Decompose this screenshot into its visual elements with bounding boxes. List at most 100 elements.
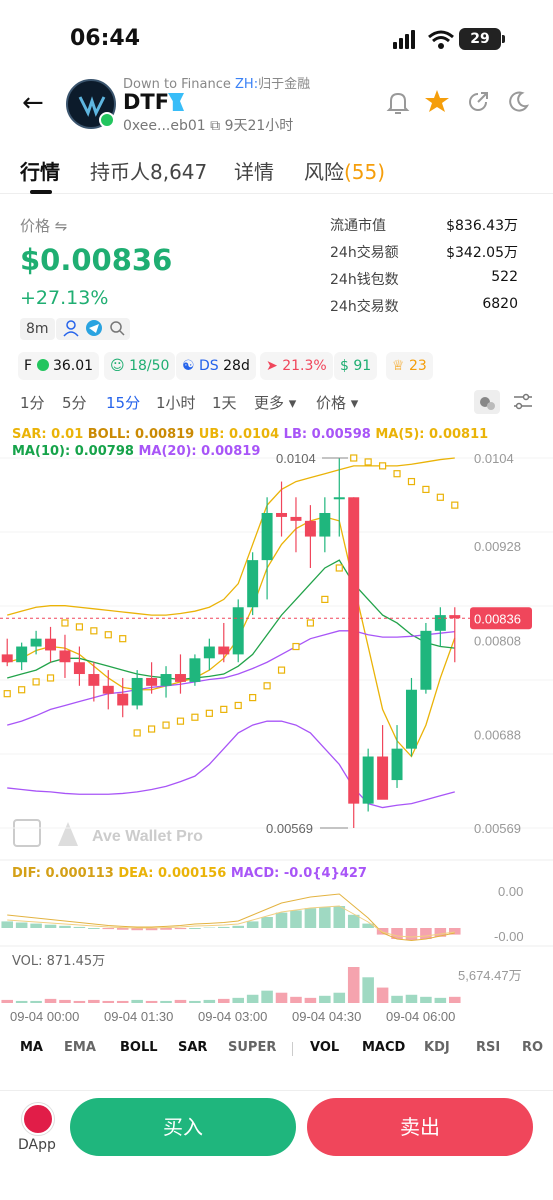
- social-chip[interactable]: [56, 318, 130, 340]
- indicator-tabs: MA EMA BOLL SAR SUPER VOL MACD KDJ RSI R…: [0, 1038, 553, 1062]
- y-tick-label: 0.00808: [474, 633, 521, 648]
- macd-bar: [405, 928, 418, 941]
- candle-body: [434, 615, 446, 631]
- badge-rocket[interactable]: ➤ 21.3%: [260, 352, 333, 380]
- ind-tab-ema[interactable]: EMA: [64, 1040, 96, 1055]
- back-arrow-icon[interactable]: ←: [22, 88, 44, 118]
- sar-dot: [205, 709, 213, 717]
- volume-bar: [59, 999, 71, 1003]
- tab-risk[interactable]: 风险(55): [304, 156, 385, 185]
- volume-bar: [376, 987, 389, 1003]
- badge-score[interactable]: F 36.01: [18, 352, 100, 380]
- candle-body: [362, 756, 374, 804]
- tab-market[interactable]: 行情: [20, 156, 60, 185]
- trophy-icon: ♕: [392, 358, 405, 374]
- candle-body: [276, 512, 288, 517]
- star-icon[interactable]: [424, 88, 450, 114]
- sar-dot: [321, 595, 329, 604]
- macd-bar: [102, 928, 115, 930]
- token-header: ← Down to Finance ZH:归于金融 DTF 0xee...eb0…: [0, 70, 553, 138]
- candle-body: [377, 756, 389, 800]
- tab-risk-label: 风险: [304, 160, 344, 184]
- ind-tab-ma[interactable]: MA: [20, 1040, 43, 1055]
- candle-body: [247, 560, 259, 608]
- sar-dot: [90, 627, 98, 635]
- candle-body: [16, 646, 28, 663]
- ind-tab-kdj[interactable]: KDJ: [424, 1040, 450, 1055]
- buy-button[interactable]: 买入: [70, 1098, 296, 1156]
- badge-holders-value: 18/50: [129, 358, 170, 374]
- interval-1h[interactable]: 1小时: [156, 392, 196, 413]
- interval-1m[interactable]: 1分: [20, 392, 45, 413]
- indicator-lines: [7, 457, 456, 809]
- user-icon: [66, 320, 76, 330]
- share-icon[interactable]: [466, 90, 490, 114]
- ind-tab-vol[interactable]: VOL: [310, 1040, 339, 1055]
- ind-tab-macd[interactable]: MACD: [362, 1040, 405, 1055]
- tab-details[interactable]: 详情: [234, 156, 274, 185]
- macd-bar: [160, 928, 172, 930]
- token-address: 0xee...eb01: [123, 118, 206, 134]
- social-icons: [63, 320, 125, 337]
- copy-icon[interactable]: ⧉: [210, 118, 220, 134]
- volume-bar: [347, 967, 360, 1003]
- sar-dot: [3, 690, 11, 698]
- stat-value-wallets: 522: [491, 269, 518, 285]
- status-time: 06:44: [70, 26, 141, 51]
- interval-5m[interactable]: 5分: [62, 392, 87, 413]
- stat-label-wallets: 24h钱包数: [330, 272, 399, 288]
- kline-chart[interactable]: SAR: 0.01 BOLL: 0.00819 UB: 0.0104 LB: 0…: [0, 418, 553, 1038]
- badge-ds-value: 28d: [223, 358, 250, 374]
- main-tabs: 行情 持币人8,647 详情 风险(55): [0, 150, 553, 194]
- sar-dot: [422, 485, 430, 494]
- sar-dot: [104, 631, 112, 639]
- badge-trophy[interactable]: ♕ 23: [386, 352, 433, 380]
- ind-tab-rsi[interactable]: RSI: [476, 1040, 500, 1055]
- sar-dot: [277, 666, 286, 674]
- drawing-tool-icon[interactable]: [474, 390, 500, 414]
- interval-15m[interactable]: 15分: [106, 392, 140, 413]
- moon-icon[interactable]: [506, 90, 530, 114]
- settings-sliders-icon[interactable]: [512, 392, 534, 412]
- volume-bar: [1, 999, 13, 1003]
- ind-tab-sar[interactable]: SAR: [178, 1040, 207, 1055]
- sar-dot: [133, 729, 141, 737]
- price-toggle[interactable]: 价格 ▾: [316, 392, 358, 413]
- sar-dot: [350, 454, 358, 462]
- sar-dot: [220, 705, 228, 713]
- y-tick-label: 0.00928: [474, 539, 521, 554]
- macd-bar: [1, 921, 13, 928]
- badge-holders[interactable]: ☺ 18/50: [104, 352, 176, 380]
- search-icon: [110, 321, 122, 333]
- token-address-row[interactable]: 0xee...eb01 ⧉ 9天21小时: [123, 115, 293, 135]
- volume-bar: [218, 998, 230, 1003]
- badge-money[interactable]: $ 91: [334, 352, 378, 380]
- macd-bar: [420, 928, 432, 939]
- ind-tab-boll[interactable]: BOLL: [120, 1040, 158, 1055]
- volume-bar: [203, 999, 216, 1003]
- volume-bar: [30, 1000, 42, 1003]
- badge-ds-prefix: DS: [199, 358, 219, 374]
- token-zh-tag: ZH:: [235, 77, 259, 92]
- interval-more[interactable]: 更多 ▾: [254, 392, 296, 413]
- dapp-label[interactable]: DApp: [18, 1137, 56, 1153]
- ind-tab-ro[interactable]: RO: [522, 1040, 543, 1055]
- ind-tab-super[interactable]: SUPER: [228, 1040, 276, 1055]
- dapp-icon[interactable]: [22, 1103, 54, 1135]
- candle-body: [261, 512, 273, 561]
- macd-bar: [73, 926, 86, 928]
- price-value: $0.00836: [20, 243, 173, 277]
- badge-ds[interactable]: ☯ DS 28d: [176, 352, 256, 380]
- candle-body: [88, 674, 100, 686]
- sell-button[interactable]: 卖出: [307, 1098, 533, 1156]
- tab-holders[interactable]: 持币人8,647: [90, 156, 207, 185]
- sar-dot: [61, 619, 69, 627]
- bell-icon[interactable]: [386, 90, 410, 116]
- macd-bar: [290, 910, 302, 928]
- sar-dot: [191, 713, 199, 721]
- price-label[interactable]: 价格 ⇋: [20, 215, 67, 236]
- macd-bar: [319, 907, 331, 928]
- volume-bar: [102, 1000, 115, 1003]
- sar-dot: [147, 725, 156, 733]
- interval-1d[interactable]: 1天: [212, 392, 237, 413]
